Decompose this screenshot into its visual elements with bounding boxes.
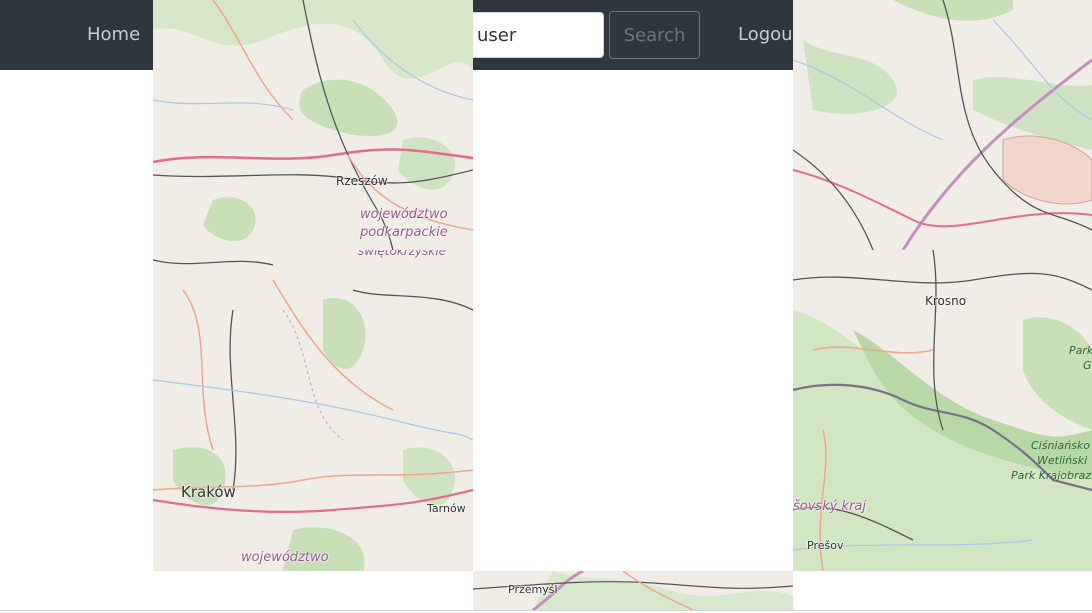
map-tile[interactable]: Przemyśl [473, 571, 793, 610]
map-label-krakow: Kraków [181, 483, 236, 501]
map-tile[interactable] [793, 0, 1092, 250]
nav-logout-link[interactable]: Logout [738, 24, 800, 45]
search-input[interactable] [466, 12, 604, 58]
search-button[interactable]: Search [609, 11, 700, 59]
map-label-park: Park Krajobraz [1011, 469, 1092, 482]
map-tile[interactable]: Rzeszów województwo podkarpackie [153, 0, 473, 250]
map-label-park: Ciśniańsko [1031, 439, 1091, 452]
map-label-park: Wetliński [1037, 454, 1088, 467]
map-label-swietokrzyskie: świętokrzyskie [358, 250, 447, 258]
map-tile[interactable]: świętokrzyskie Kraków Tarnów województwo [153, 250, 473, 571]
map-tile[interactable]: Krosno Park G Ciśniańsko Wetliński Park … [793, 250, 1092, 571]
map-label-region: województwo [360, 207, 448, 222]
map-label-podkarpackie: podkarpackie [360, 225, 448, 240]
map-label-przemysl: Przemyśl [508, 583, 558, 596]
map-label-presov: Prešov [807, 539, 844, 552]
map-label-region: województwo [241, 550, 329, 565]
map-label-park: Park [1069, 344, 1092, 357]
map-label-region: šovský kraj [793, 499, 866, 514]
map-label-tarnow: Tarnów [427, 502, 466, 515]
divider [0, 610, 1092, 611]
nav-home-link[interactable]: Home [87, 24, 140, 45]
map-label-rzeszow: Rzeszów [336, 174, 388, 188]
map-label-krosno: Krosno [925, 294, 967, 308]
map-label-park: G [1083, 359, 1092, 372]
